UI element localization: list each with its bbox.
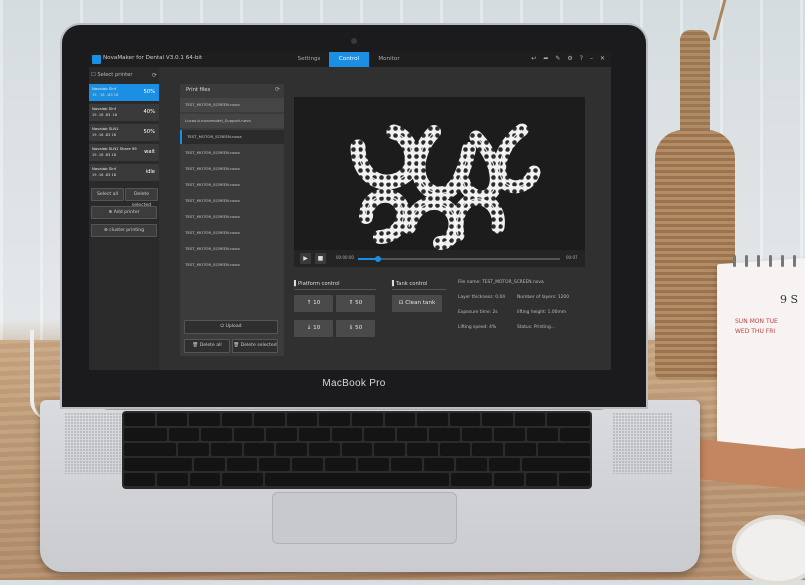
platform-control-heading: ▌Platform control <box>294 281 340 287</box>
file-item-selected[interactable]: TEST_MOTOR_SCREEN.nova <box>180 130 284 144</box>
number-of-layers-info: Number of layers: 1200 <box>517 295 570 300</box>
file-item[interactable]: TEST_MOTOR_SCREEN.nova <box>180 178 284 192</box>
tab-control[interactable]: Control <box>329 52 369 67</box>
dental-arch-models-image <box>350 123 541 250</box>
platform-up-50-button[interactable]: ⇑ 50 <box>336 295 375 312</box>
tank-control-heading: ▌Tank control <box>392 281 428 287</box>
layer-thickness-info: Layer thickness: 0.04 <box>458 295 506 300</box>
left-speaker-grille <box>64 412 124 474</box>
gear-icon[interactable]: ⚙ <box>567 55 572 62</box>
platform-down-50-button[interactable]: ⇓ 50 <box>336 320 375 337</box>
time-current: 00:00:00 <box>336 255 354 260</box>
playback-slider[interactable] <box>358 255 560 262</box>
cluster-printing-button[interactable]: ⊕ cluster printing <box>91 224 157 237</box>
add-printer-button[interactable]: ⊕ Add printer <box>91 206 157 219</box>
calendar-weekdays: SUN MON TUE WED THU FRI <box>735 318 778 335</box>
file-item[interactable]: TEST_MOTOR_SCREEN.nova <box>180 146 284 160</box>
layer-preview <box>294 97 585 267</box>
select-all-button[interactable]: Select all <box>91 188 124 201</box>
lifting-height-info: lifting height: 1.00mm <box>517 310 567 315</box>
clean-tank-button[interactable]: ⊡ Clean tank <box>392 295 442 312</box>
calendar-month: 9 S <box>780 293 799 306</box>
tab-monitor[interactable]: Monitor <box>369 52 409 67</box>
file-item[interactable]: Lucas.b.novamodel_Support.nova <box>180 114 284 128</box>
app-title: NovaMaker for Dental V3.0.1 64-bit <box>103 55 203 61</box>
tab-settings[interactable]: Settings <box>289 52 329 67</box>
file-item[interactable]: TEST_MOTOR_SCREEN.nova <box>180 162 284 176</box>
exposure-time-info: Exposure time: 2s <box>458 310 498 315</box>
minimize-icon[interactable]: – <box>590 55 593 62</box>
play-icon[interactable]: ▶ <box>300 253 311 264</box>
printer-item[interactable]: Novalab Slnf 19 , 16 .:83 18 50% <box>89 84 159 101</box>
arrow-left-icon[interactable]: ↩ <box>531 55 536 62</box>
playback-bar: ▶ ■ 00:00:00 00:07 <box>294 250 585 267</box>
refresh-files-icon[interactable]: ⟳ <box>275 86 280 93</box>
print-files-panel: Print files ⟳ TEST_MOTOR_SCREEN.nova Luc… <box>180 84 284 356</box>
slider-knob[interactable] <box>375 255 382 262</box>
app-window: NovaMaker for Dental V3.0.1 64-bit Setti… <box>89 52 611 370</box>
close-icon[interactable]: ✕ <box>600 55 605 62</box>
help-icon[interactable]: ? <box>580 55 583 62</box>
time-total: 00:07 <box>566 255 578 260</box>
laptop-brand-label: MacBook Pro <box>322 378 386 389</box>
select-printer-heading: ☐ Select printer <box>91 72 133 78</box>
file-item[interactable]: TEST_MOTOR_SCREEN.nova <box>180 258 284 272</box>
app-logo-icon <box>92 55 101 64</box>
right-speaker-grille <box>612 412 672 474</box>
printer-item[interactable]: Novalab SLN1 Share 99 19 .16 .83 18 wait <box>89 144 159 161</box>
keyboard <box>122 411 592 489</box>
stop-icon[interactable]: ■ <box>315 253 326 264</box>
delete-selected-printers-button[interactable]: Delete selected <box>125 188 158 208</box>
delete-all-button[interactable]: 🗑 Delete all <box>184 339 230 353</box>
file-item[interactable]: TEST_MOTOR_SCREEN.nova <box>180 98 284 112</box>
lifting-speed-info: Lifting speed: 4% <box>458 325 497 330</box>
status-info: Status: Printing... <box>517 325 555 330</box>
webcam <box>351 38 357 44</box>
platform-down-10-button[interactable]: ↓ 10 <box>294 320 333 337</box>
trackpad <box>272 492 457 544</box>
desk-calendar: 9 S SUN MON TUE WED THU FRI <box>700 255 805 491</box>
file-item[interactable]: TEST_MOTOR_SCREEN.nova <box>180 226 284 240</box>
delete-selected-files-button[interactable]: 🗑 Delete selected <box>232 339 278 353</box>
file-name-info: File name: TEST_MOTOR_SCREEN.nova <box>458 280 544 285</box>
printer-item[interactable]: Novalab Slnf 19 .16 .83 .18 40% <box>89 104 159 121</box>
edit-icon[interactable]: ✎ <box>555 55 560 62</box>
refresh-icon[interactable]: ⟳ <box>152 72 157 79</box>
upload-button[interactable]: ⏻ Upload <box>184 320 278 334</box>
print-files-heading: Print files <box>186 87 211 93</box>
title-bar: NovaMaker for Dental V3.0.1 64-bit Setti… <box>89 52 611 67</box>
file-item[interactable]: TEST_MOTOR_SCREEN.nova <box>180 194 284 208</box>
file-item[interactable]: TEST_MOTOR_SCREEN.nova <box>180 210 284 224</box>
arrow-right-icon[interactable]: ➦ <box>543 55 548 62</box>
platform-up-10-button[interactable]: ↑ 10 <box>294 295 333 312</box>
printer-item[interactable]: Novalab SLN1 19 .16 .83 18 50% <box>89 124 159 141</box>
printer-sidebar: ☐ Select printer ⟳ Novalab Slnf 19 , 16 .… <box>89 67 159 370</box>
printer-item[interactable]: Novalab Slnf 19 .16 .83 18 idle <box>89 164 159 181</box>
file-item[interactable]: TEST_MOTOR_SCREEN.nova <box>180 242 284 256</box>
